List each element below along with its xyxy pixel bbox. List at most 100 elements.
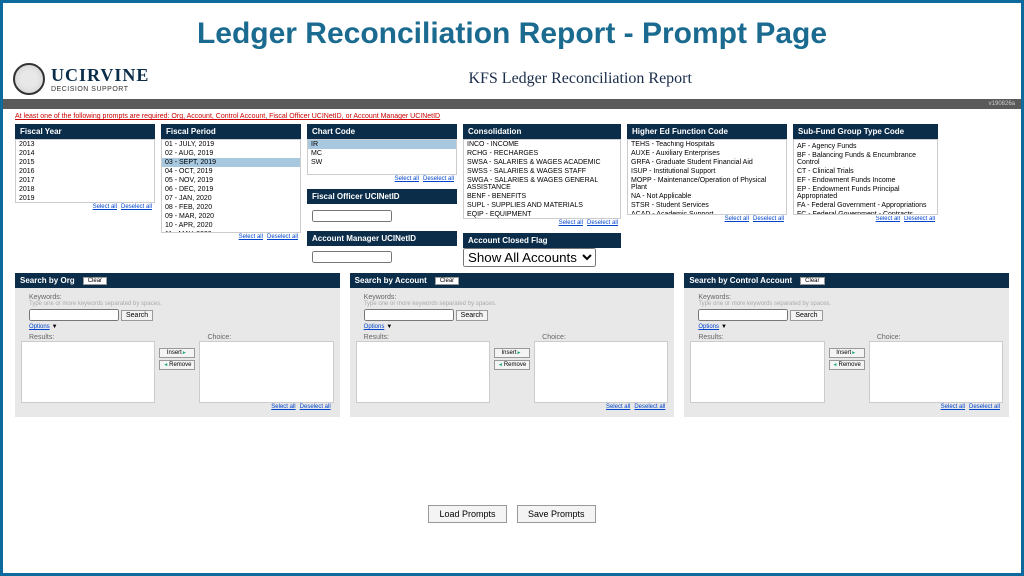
list-item[interactable]: CT - Clinical Trials xyxy=(794,167,937,176)
header-bar: UCIRVINE DECISION SUPPORT KFS Ledger Rec… xyxy=(3,63,1021,95)
choice-box[interactable] xyxy=(534,341,668,403)
insert-button[interactable]: Insert xyxy=(829,348,865,358)
closed-flag-select[interactable]: Show All Accounts xyxy=(463,248,596,267)
consolidation-listbox[interactable]: INCO - INCOMERCHG - RECHARGESSWSA - SALA… xyxy=(463,139,621,219)
list-item[interactable]: 09 - MAR, 2020 xyxy=(162,212,300,221)
fiscal-period-listbox[interactable]: 01 - JULY, 201902 - AUG, 201903 - SEPT, … xyxy=(161,139,301,233)
keywords-input[interactable] xyxy=(698,309,788,321)
clear-button[interactable]: Clear xyxy=(83,277,107,285)
requirement-link[interactable]: At least one of the following prompts ar… xyxy=(15,113,440,120)
select-all-link[interactable]: Select all xyxy=(876,216,900,222)
list-item[interactable]: MOPP - Maintenance/Operation of Physical… xyxy=(628,176,786,192)
list-item[interactable]: SWGA - SALARIES & WAGES GENERAL ASSISTAN… xyxy=(464,176,620,192)
list-item[interactable]: TEHS - Teaching Hospitals xyxy=(628,140,786,149)
list-item[interactable]: STSR - Student Services xyxy=(628,201,786,210)
list-item[interactable]: 10 - APR, 2020 xyxy=(162,221,300,230)
list-item[interactable]: 2014 xyxy=(16,149,154,158)
select-all-link[interactable]: Select all xyxy=(271,404,295,410)
list-item[interactable]: NA - Not Applicable xyxy=(628,192,786,201)
search-panels-row: Search by Org Clear Keywords: Type one o… xyxy=(3,267,1021,423)
select-all-link[interactable]: Select all xyxy=(941,404,965,410)
remove-button[interactable]: Remove xyxy=(159,360,195,370)
select-all-link[interactable]: Select all xyxy=(93,204,117,210)
deselect-all-link[interactable]: Deselect all xyxy=(634,404,665,410)
search-button[interactable]: Search xyxy=(456,310,488,321)
select-all-link[interactable]: Select all xyxy=(395,176,419,182)
keywords-input[interactable] xyxy=(29,309,119,321)
deselect-all-link[interactable]: Deselect all xyxy=(969,404,1000,410)
load-prompts-button[interactable]: Load Prompts xyxy=(428,505,506,523)
deselect-all-link[interactable]: Deselect all xyxy=(904,216,935,222)
deselect-all-link[interactable]: Deselect all xyxy=(267,234,298,240)
deselect-all-link[interactable]: Deselect all xyxy=(121,204,152,210)
options-link[interactable]: Options xyxy=(364,324,385,330)
deselect-all-link[interactable]: Deselect all xyxy=(753,216,784,222)
list-item[interactable]: IR xyxy=(308,140,456,149)
options-link[interactable]: Options xyxy=(698,324,719,330)
list-item[interactable]: 05 - NOV, 2019 xyxy=(162,176,300,185)
list-item[interactable]: SWSA - SALARIES & WAGES ACADEMIC xyxy=(464,158,620,167)
list-item[interactable]: GRFA - Graduate Student Financial Aid xyxy=(628,158,786,167)
deselect-all-link[interactable]: Deselect all xyxy=(587,220,618,226)
results-box[interactable] xyxy=(690,341,824,403)
keywords-input[interactable] xyxy=(364,309,454,321)
list-item[interactable]: 2017 xyxy=(16,176,154,185)
clear-button[interactable]: Clear xyxy=(800,277,824,285)
deselect-all-link[interactable]: Deselect all xyxy=(300,404,331,410)
options-link[interactable]: Options xyxy=(29,324,50,330)
list-item[interactable]: INCO - INCOME xyxy=(464,140,620,149)
account-manager-input[interactable] xyxy=(312,251,392,263)
clear-button[interactable]: Clear xyxy=(435,277,459,285)
fiscal-year-listbox[interactable]: 201320142015201620172018201920202021 xyxy=(15,139,155,203)
select-all-link[interactable]: Select all xyxy=(559,220,583,226)
list-item[interactable]: 2013 xyxy=(16,140,154,149)
list-item[interactable]: 01 - JULY, 2019 xyxy=(162,140,300,149)
list-item[interactable]: 03 - SEPT, 2019 xyxy=(162,158,300,167)
select-all-link[interactable]: Select all xyxy=(239,234,263,240)
list-item[interactable]: AUXE - Auxiliary Enterprises xyxy=(628,149,786,158)
remove-button[interactable]: Remove xyxy=(829,360,865,370)
list-item[interactable]: RCHG - RECHARGES xyxy=(464,149,620,158)
university-seal-icon xyxy=(13,63,45,95)
hefc-listbox[interactable]: TEHS - Teaching HospitalsAUXE - Auxiliar… xyxy=(627,139,787,215)
search-button[interactable]: Search xyxy=(790,310,822,321)
list-item[interactable]: 04 - OCT, 2019 xyxy=(162,167,300,176)
select-all-link[interactable]: Select all xyxy=(725,216,749,222)
list-item[interactable]: MC xyxy=(308,149,456,158)
fiscal-period-header: Fiscal Period xyxy=(161,124,301,139)
results-box[interactable] xyxy=(21,341,155,403)
list-item[interactable]: SUPL - SUPPLIES AND MATERIALS xyxy=(464,201,620,210)
select-all-link[interactable]: Select all xyxy=(606,404,630,410)
insert-button[interactable]: Insert xyxy=(159,348,195,358)
chart-code-listbox[interactable]: IRMCSW xyxy=(307,139,457,175)
save-prompts-button[interactable]: Save Prompts xyxy=(517,505,596,523)
list-item[interactable]: 06 - DEC, 2019 xyxy=(162,185,300,194)
list-item[interactable]: FA - Federal Government - Appropriations xyxy=(794,201,937,210)
results-box[interactable] xyxy=(356,341,490,403)
search-button[interactable]: Search xyxy=(121,310,153,321)
list-item[interactable]: 2018 xyxy=(16,185,154,194)
choice-box[interactable] xyxy=(199,341,333,403)
list-item[interactable]: SW xyxy=(308,158,456,167)
list-item[interactable]: 07 - JAN, 2020 xyxy=(162,194,300,203)
keywords-hint: Type one or more keywords separated by s… xyxy=(698,301,1003,307)
list-item[interactable]: ISUP - Institutional Support xyxy=(628,167,786,176)
list-item[interactable]: 08 - FEB, 2020 xyxy=(162,203,300,212)
list-item[interactable]: BENF - BENEFITS xyxy=(464,192,620,201)
fiscal-officer-input[interactable] xyxy=(312,210,392,222)
insert-button[interactable]: Insert xyxy=(494,348,530,358)
list-item[interactable]: EF - Endowment Funds Income xyxy=(794,176,937,185)
list-item[interactable]: EQIP - EQUIPMENT xyxy=(464,210,620,219)
choice-box[interactable] xyxy=(869,341,1003,403)
sfgt-listbox[interactable]: AF - Agency FundsBF - Balancing Funds & … xyxy=(793,139,938,215)
list-item[interactable]: SWSS - SALARIES & WAGES STAFF xyxy=(464,167,620,176)
list-item[interactable]: 2015 xyxy=(16,158,154,167)
list-item[interactable]: EP - Endowment Funds Principal Appropria… xyxy=(794,185,937,201)
list-item[interactable]: 2016 xyxy=(16,167,154,176)
list-item[interactable]: AF - Agency Funds xyxy=(794,142,937,151)
deselect-all-link[interactable]: Deselect all xyxy=(423,176,454,182)
remove-button[interactable]: Remove xyxy=(494,360,530,370)
list-item[interactable]: 02 - AUG, 2019 xyxy=(162,149,300,158)
list-item[interactable]: BF - Balancing Funds & Encumbrance Contr… xyxy=(794,151,937,167)
list-item[interactable]: 2019 xyxy=(16,194,154,203)
